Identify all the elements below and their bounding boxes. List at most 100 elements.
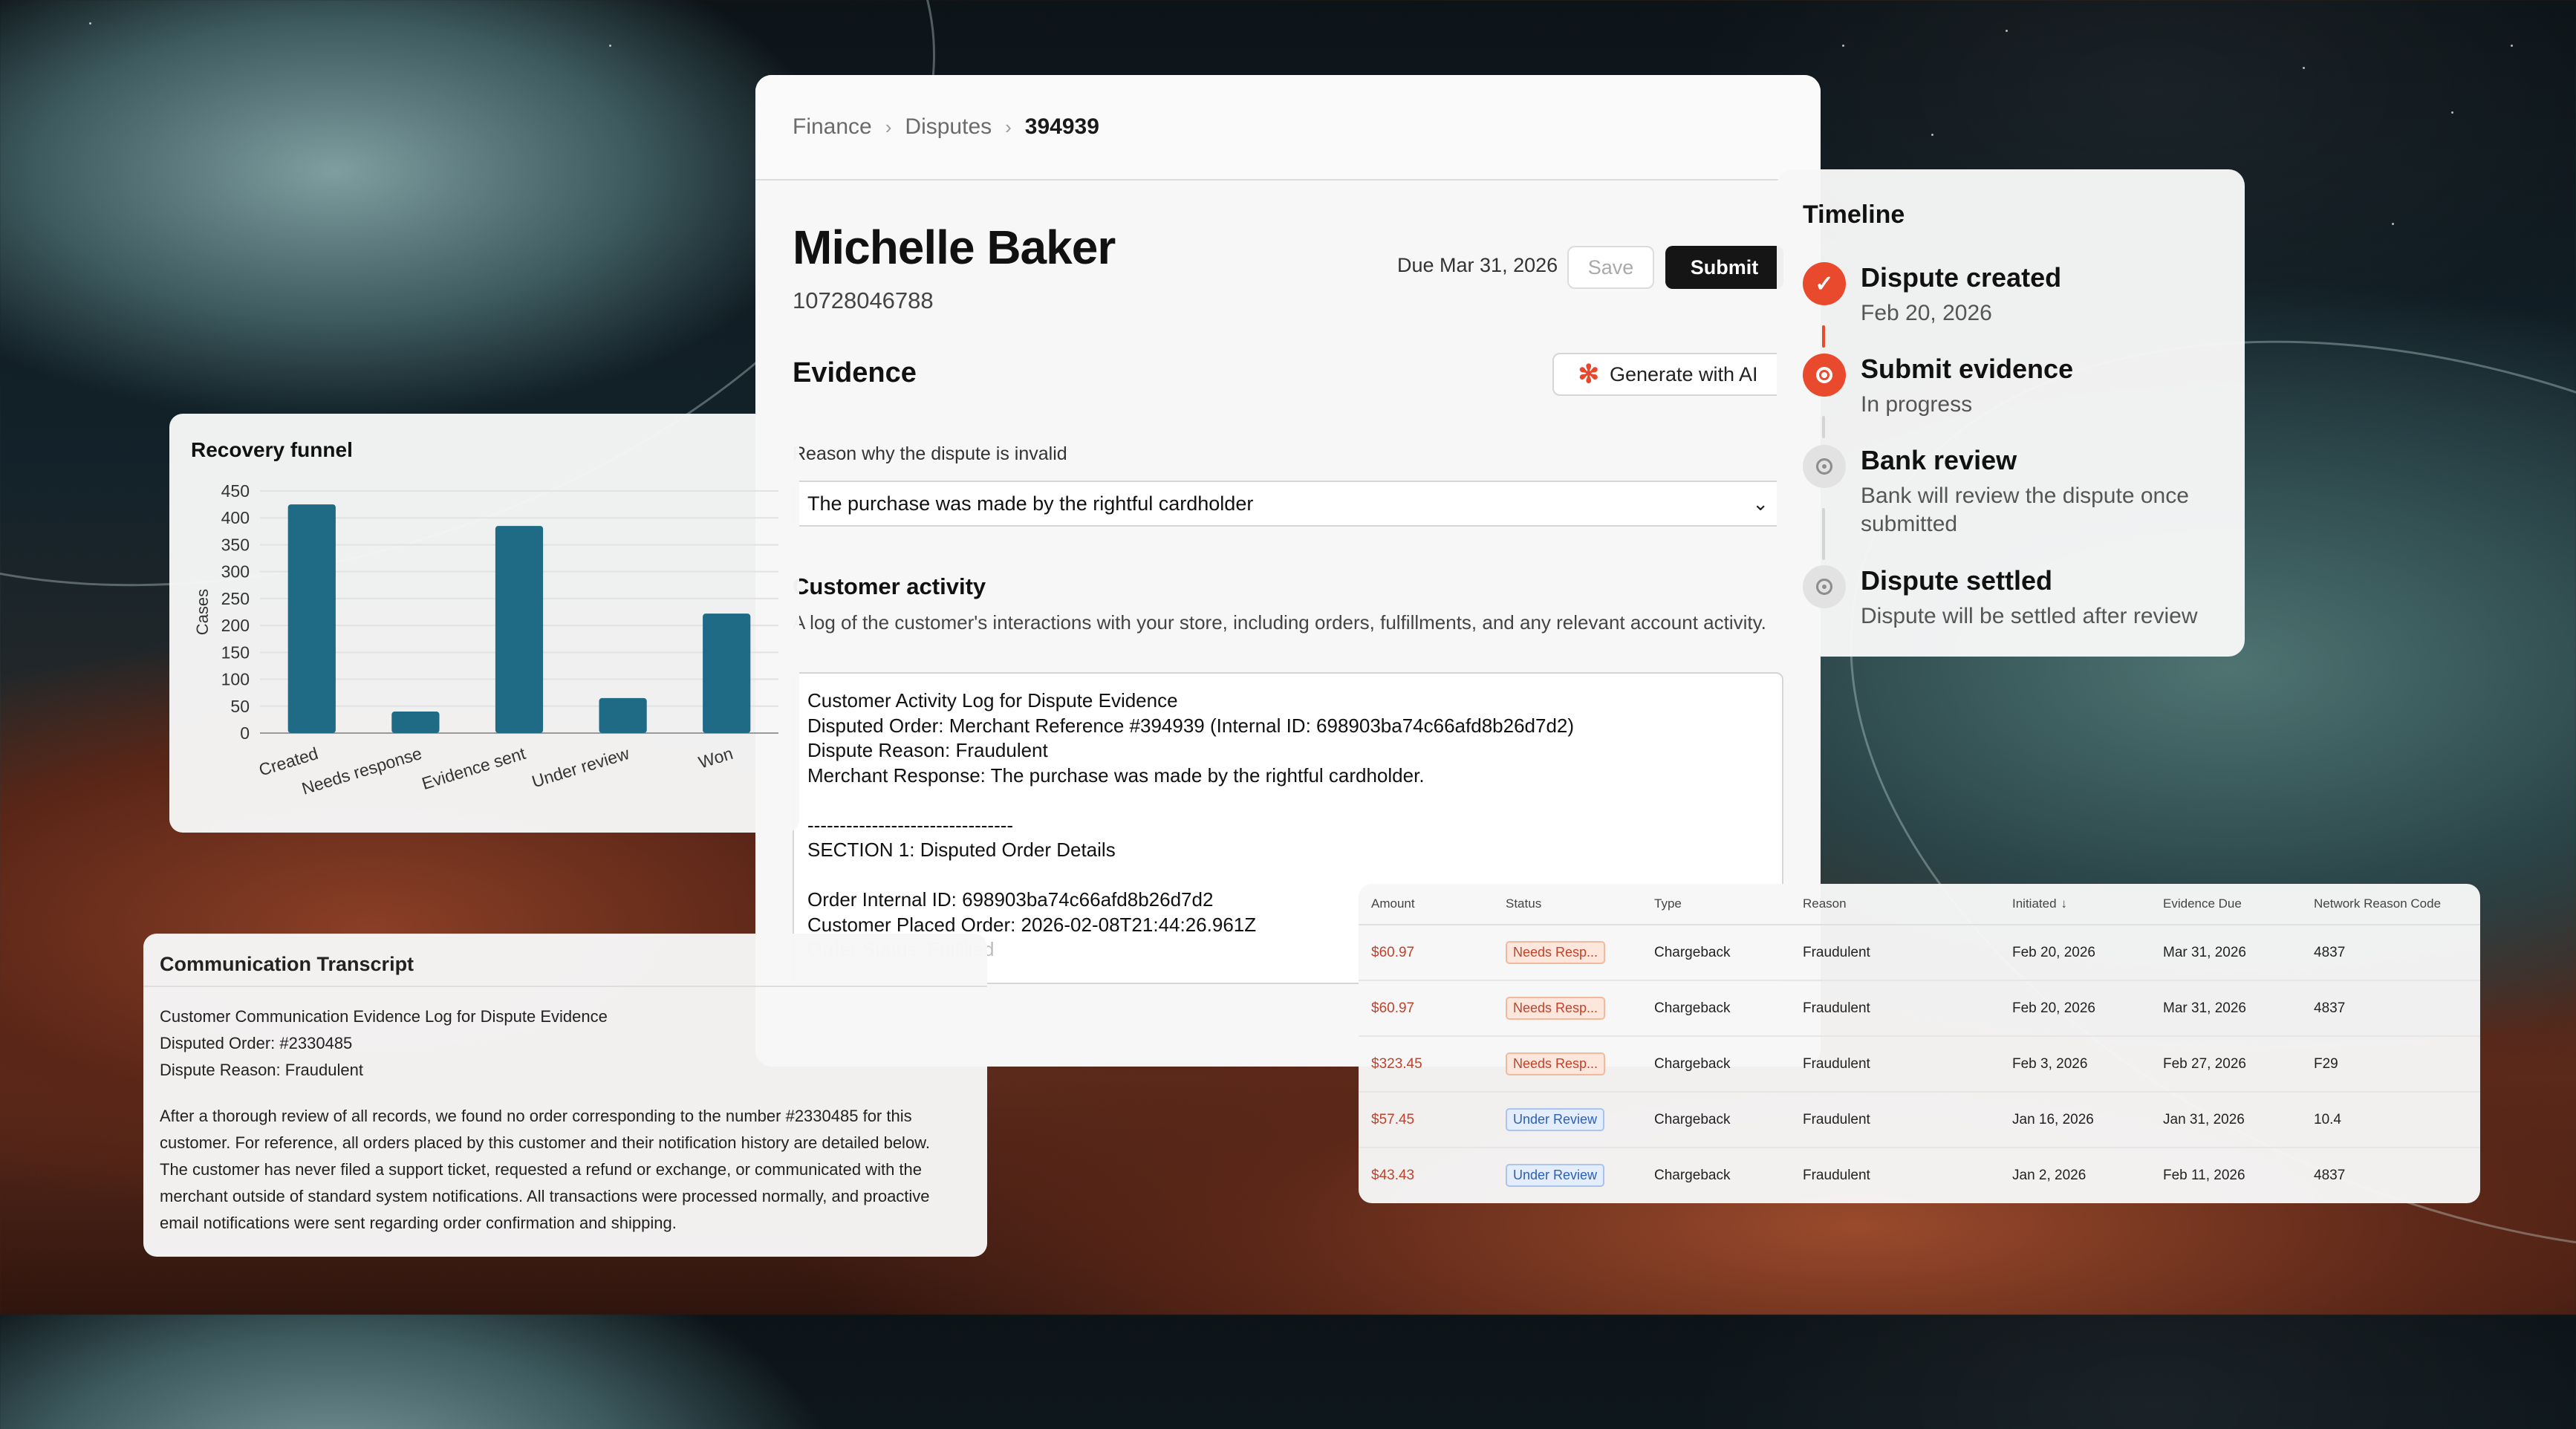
column-header-status[interactable]: Status (1506, 884, 1654, 925)
type-cell: Chargeback (1654, 925, 1803, 981)
y-tick-label: 100 (221, 670, 250, 689)
timeline-step-subtitle: Bank will review the dispute once submit… (1861, 484, 2189, 536)
evidence-due-cell: Feb 27, 2026 (2163, 1036, 2314, 1093)
y-tick-label: 50 (230, 697, 250, 716)
column-header-amount[interactable]: Amount (1359, 884, 1506, 925)
divider (143, 986, 987, 987)
reason-cell: Fraudulent (1803, 925, 2012, 981)
customer-name: Michelle Baker (793, 221, 1116, 274)
timeline-step-title: Dispute created (1861, 262, 2062, 293)
evidence-due-cell: Feb 11, 2026 (2163, 1167, 2245, 1183)
transcript-line: Customer Communication Evidence Log for … (160, 1007, 608, 1026)
table-row[interactable]: $57.45 Under Review Chargeback Fraudulent Ja… (1359, 1092, 2480, 1148)
due-date: Due Mar 31, 2026 (1397, 254, 1558, 276)
reason-cell: Fraudulent (1803, 1167, 1870, 1183)
sparkle-icon: ✻ (1578, 360, 1599, 388)
submit-button[interactable]: Submit (1665, 246, 1783, 289)
timeline-connector (1822, 325, 1825, 348)
bar (391, 712, 440, 733)
check-icon: ✓ (1803, 262, 1846, 305)
network-reason-code-cell: F29 (2314, 1036, 2480, 1093)
recovery-funnel-card: Recovery funnel 0 50 100 150 200 250 300 350 400… (169, 414, 799, 833)
evidence-due-cell: Mar 31, 2026 (2163, 925, 2314, 981)
type-cell: Chargeback (1654, 1092, 1803, 1148)
y-tick-label: 0 (240, 723, 250, 743)
timeline-step-subtitle: Feb 20, 2026 (1861, 301, 1992, 325)
amount-cell: $60.97 (1371, 944, 1415, 960)
breadcrumb-disputes[interactable]: Disputes (905, 114, 992, 140)
network-reason-code-cell: 10.4 (2314, 1092, 2480, 1148)
activity-line: Merchant Response: The purchase was made… (807, 764, 1425, 787)
column-header-network-reason-code[interactable]: Network Reason Code (2314, 884, 2480, 925)
customer-id: 10728046788 (793, 287, 934, 313)
timeline-step-title: Submit evidence (1861, 354, 2074, 384)
column-header-initiated-label: Initiated (2012, 896, 2057, 911)
table-row[interactable]: $43.43 Under Review Chargeback Fraudulent Ja… (1359, 1148, 2480, 1202)
y-tick-label: 450 (221, 481, 250, 501)
timeline-step-title: Dispute settled (1861, 565, 2053, 596)
x-tick-label: Needs response (299, 743, 424, 798)
y-tick-label: 250 (221, 589, 250, 608)
bar (287, 504, 336, 733)
status-badge: Needs Resp... (1506, 941, 1606, 964)
network-reason-code-cell: 4837 (2314, 980, 2480, 1037)
communication-transcript-card: Communication Transcript Customer Commun… (143, 934, 987, 1257)
activity-line: SECTION 1: Disputed Order Details (807, 839, 1116, 861)
reason-label: Reason why the dispute is invalid (793, 443, 1067, 464)
x-tick-label: Evidence sent (420, 743, 528, 793)
y-tick-label: 350 (221, 535, 250, 554)
x-tick-label: Created (256, 743, 320, 780)
status-badge: Needs Resp... (1506, 1052, 1606, 1075)
initiated-cell: Jan 16, 2026 (2012, 1092, 2163, 1148)
chevron-right-icon: › (1005, 115, 1012, 138)
column-header-type[interactable]: Type (1654, 884, 1803, 925)
table-row[interactable]: $60.97 Needs Resp... Chargeback Fraudulent F… (1359, 980, 2480, 1037)
save-button[interactable]: Save (1567, 246, 1654, 289)
reason-select[interactable]: The purchase was made by the rightful ca… (793, 481, 1783, 527)
activity-line: -------------------------------- (807, 813, 1014, 836)
transcript-line: email notifications were sent regarding … (160, 1214, 677, 1232)
arrow-down-icon: ↓ (2061, 896, 2068, 911)
column-header-initiated[interactable]: Initiated ↓ (2012, 884, 2163, 925)
type-cell: Chargeback (1654, 1167, 1731, 1183)
timeline-title: Timeline (1803, 201, 1905, 229)
transcript-body: Customer Communication Evidence Log for … (160, 1003, 969, 1237)
y-tick-label: 200 (221, 616, 250, 635)
transcript-line: merchant outside of standard system noti… (160, 1187, 930, 1205)
type-cell: Chargeback (1654, 980, 1803, 1037)
breadcrumb-finance[interactable]: Finance (793, 114, 872, 140)
y-axis-label: Cases (193, 589, 212, 635)
status-badge: Under Review (1506, 1108, 1605, 1131)
transcript-line (160, 1084, 969, 1103)
amount-cell: $43.43 (1371, 1167, 1415, 1183)
column-header-evidence-due[interactable]: Evidence Due (2163, 884, 2314, 925)
y-tick-label: 300 (221, 562, 250, 582)
initiated-cell: Jan 2, 2026 (2012, 1167, 2087, 1183)
transcript-line: Disputed Order: #2330485 (160, 1034, 353, 1052)
bar (495, 526, 544, 733)
activity-line (807, 788, 1769, 813)
timeline-card: Timeline ✓ Dispute created Feb 20, 2026 … (1777, 169, 2245, 657)
pending-icon (1803, 565, 1846, 608)
in-progress-icon (1803, 354, 1846, 397)
pending-icon (1803, 445, 1846, 488)
table-row[interactable]: $60.97 Needs Resp... Chargeback Fraudulent F… (1359, 925, 2480, 981)
network-reason-code-cell: 4837 (2314, 1167, 2346, 1183)
customer-activity-heading: Customer activity (793, 573, 986, 599)
table-row[interactable]: $323.45 Needs Resp... Chargeback Fraudulent… (1359, 1036, 2480, 1093)
reason-cell: Fraudulent (1803, 1036, 2012, 1093)
column-header-reason[interactable]: Reason (1803, 884, 2012, 925)
customer-activity-description: A log of the customer's interactions wit… (793, 611, 1766, 634)
amount-cell: $60.97 (1371, 1000, 1415, 1016)
chevron-down-icon: ⌄ (1752, 492, 1769, 515)
generate-with-ai-button[interactable]: ✻ Generate with AI (1552, 353, 1783, 396)
timeline-connector (1822, 508, 1825, 560)
breadcrumb: Finance › Disputes › 394939 (755, 75, 1821, 180)
initiated-cell: Feb 3, 2026 (2012, 1036, 2163, 1093)
bar (703, 613, 751, 733)
evidence-due-cell: Mar 31, 2026 (2163, 980, 2314, 1037)
initiated-cell: Feb 20, 2026 (2012, 980, 2163, 1037)
transcript-line: customer. For reference, all orders plac… (160, 1133, 930, 1152)
transcript-title: Communication Transcript (160, 953, 414, 975)
generate-with-ai-label: Generate with AI (1609, 362, 1758, 385)
